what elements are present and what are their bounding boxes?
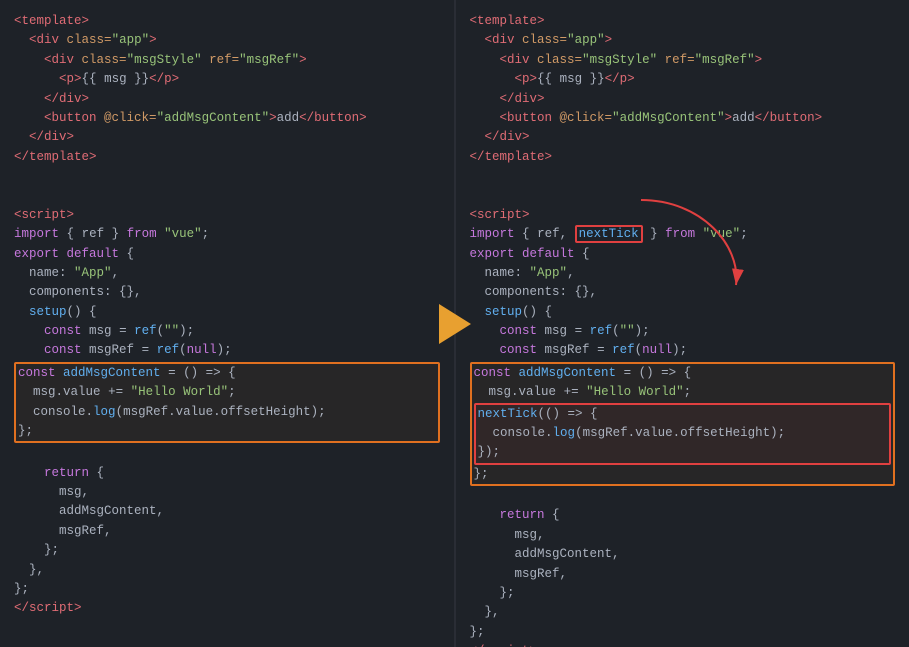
right-code-bottom: return { msg, addMsgContent, msgRef, }; …: [470, 487, 896, 647]
right-inner-code: nextTick(() => { console.log(msgRef.valu…: [478, 405, 888, 463]
left-code-bottom: return { msg, addMsgContent, msgRef, }; …: [14, 444, 440, 618]
right-code-panel: <template> <div class="app"> <div class=…: [456, 0, 909, 647]
left-code: <template> <div class="app"> <div class=…: [14, 12, 440, 361]
left-code-panel: <template> <div class="app"> <div class=…: [0, 0, 456, 647]
right-outer-highlight: const addMsgContent = () => { msg.value …: [470, 362, 896, 486]
main-container: <template> <div class="app"> <div class=…: [0, 0, 909, 647]
arrow-divider: [435, 304, 475, 344]
right-closing-brace: };: [474, 465, 892, 484]
left-highlight-block: const addMsgContent = () => { msg.value …: [14, 362, 440, 444]
right-inner-highlight: nextTick(() => { console.log(msgRef.valu…: [474, 403, 892, 465]
right-outer-code: const addMsgContent = () => { msg.value …: [474, 364, 892, 403]
left-highlight-code: const addMsgContent = () => { msg.value …: [18, 364, 436, 442]
right-arrow-icon: [439, 304, 471, 344]
right-code-top: <template> <div class="app"> <div class=…: [470, 12, 896, 361]
